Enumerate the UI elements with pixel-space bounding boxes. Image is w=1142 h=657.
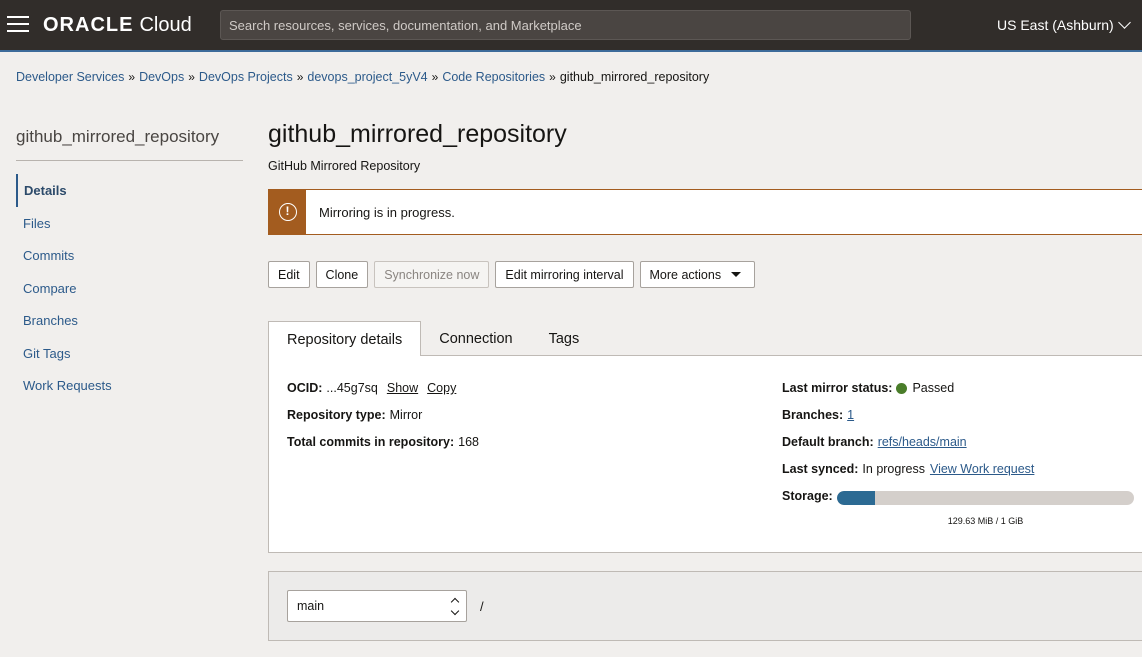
breadcrumb-separator: »: [188, 70, 195, 84]
banner-text: Mirroring is in progress.: [319, 204, 455, 220]
sidebar-item-details[interactable]: Details: [16, 174, 112, 207]
more-actions-button[interactable]: More actions: [639, 261, 756, 288]
search-input[interactable]: Search resources, services, documentatio…: [220, 10, 911, 40]
clone-button[interactable]: Clone: [315, 261, 369, 288]
breadcrumb-developer-services[interactable]: Developer Services: [16, 70, 124, 84]
default-branch-field: Default branch: refs/heads/main: [782, 435, 967, 449]
last-mirror-status-field: Last mirror status: Passed: [782, 381, 954, 395]
tab-repository-details[interactable]: Repository details: [268, 321, 422, 356]
sidebar-nav: Details Files Commits Compare Branches G…: [16, 174, 112, 402]
menu-icon[interactable]: [7, 16, 29, 34]
ocid-value: ...45g7sq: [326, 381, 378, 395]
breadcrumb-project[interactable]: devops_project_5yV4: [307, 70, 427, 84]
caret-down-icon: [731, 272, 742, 277]
repository-type-field: Repository type: Mirror: [287, 408, 422, 422]
tab-bar: Repository details Connection Tags: [268, 321, 597, 356]
branches-field: Branches: 1: [782, 408, 854, 422]
sidebar-item-compare[interactable]: Compare: [16, 272, 112, 305]
path-separator: /: [480, 599, 484, 614]
tab-tags[interactable]: Tags: [531, 321, 598, 356]
logo-brand: ORACLE: [43, 13, 134, 36]
breadcrumb-current: github_mirrored_repository: [559, 70, 710, 84]
branch-select[interactable]: main: [287, 590, 467, 622]
repository-type-label: Repository type:: [287, 408, 386, 422]
view-work-request-link[interactable]: View Work request: [930, 462, 1034, 476]
total-commits-field: Total commits in repository: 168: [287, 435, 479, 449]
breadcrumb-devops[interactable]: DevOps: [139, 70, 184, 84]
ocid-show-link[interactable]: Show: [387, 381, 418, 395]
default-branch-label: Default branch:: [782, 435, 874, 449]
sidebar-item-work-requests[interactable]: Work Requests: [16, 369, 112, 402]
storage-progress-fill: [837, 491, 875, 505]
top-bar: ORACLE Cloud Search resources, services,…: [0, 0, 1142, 50]
default-branch-link[interactable]: refs/heads/main: [878, 435, 967, 449]
banner-icon-box: !: [269, 190, 306, 234]
last-synced-label: Last synced:: [782, 462, 859, 476]
breadcrumb-separator: »: [296, 70, 304, 84]
ocid-copy-link[interactable]: Copy: [427, 381, 456, 395]
sidebar-item-commits[interactable]: Commits: [16, 239, 112, 272]
topbar-accent-line: [0, 50, 1142, 52]
repository-type-value: Mirror: [389, 408, 423, 422]
sidebar-item-git-tags[interactable]: Git Tags: [16, 337, 112, 370]
last-synced-value: In progress: [862, 462, 925, 476]
storage-label: Storage:: [782, 489, 833, 503]
status-dot-icon: [896, 382, 908, 394]
sidebar-item-branches[interactable]: Branches: [16, 304, 112, 337]
sidebar-item-files[interactable]: Files: [16, 207, 112, 240]
oracle-cloud-logo[interactable]: ORACLE Cloud: [43, 14, 192, 36]
edit-mirroring-interval-button[interactable]: Edit mirroring interval: [495, 261, 634, 288]
branches-label: Branches:: [782, 408, 844, 422]
page-subtitle: GitHub Mirrored Repository: [268, 159, 421, 173]
region-label: US East (Ashburn): [997, 17, 1114, 33]
breadcrumb-separator: »: [128, 70, 136, 84]
sidebar-divider: [16, 160, 243, 161]
page-title: github_mirrored_repository: [268, 120, 567, 148]
edit-button[interactable]: Edit: [268, 261, 310, 288]
chevron-down-icon: [1117, 16, 1131, 29]
breadcrumb-separator: »: [431, 70, 439, 84]
branch-select-value: main: [297, 599, 325, 613]
branches-count-link[interactable]: 1: [847, 408, 854, 422]
total-commits-value: 168: [458, 435, 480, 449]
breadcrumb-separator: »: [549, 70, 556, 84]
logo-product: Cloud: [139, 13, 192, 36]
ocid-field: OCID: ...45g7sq Show Copy: [287, 381, 456, 395]
tab-connection[interactable]: Connection: [421, 321, 530, 356]
total-commits-label: Total commits in repository:: [287, 435, 455, 449]
ocid-label: OCID:: [287, 381, 323, 395]
more-actions-label: More actions: [649, 267, 722, 282]
synchronize-now-button[interactable]: Synchronize now: [374, 261, 490, 288]
last-mirror-status-label: Last mirror status:: [782, 381, 893, 395]
warning-icon: !: [278, 203, 297, 221]
last-mirror-status-value: Passed: [912, 381, 955, 395]
sidebar-title: github_mirrored_repository: [16, 127, 220, 146]
region-selector[interactable]: US East (Ashburn): [997, 16, 1131, 33]
storage-field: Storage:: [782, 489, 837, 503]
breadcrumb: Developer Services » DevOps » DevOps Pro…: [16, 70, 709, 84]
mirroring-banner: ! Mirroring is in progress.: [268, 189, 1142, 235]
storage-usage-text: 129.63 MiB / 1 GiB: [947, 516, 1024, 526]
updown-chevron-icon: [450, 597, 460, 616]
breadcrumb-devops-projects[interactable]: DevOps Projects: [199, 70, 293, 84]
action-toolbar: Edit Clone Synchronize now Edit mirrorin…: [268, 261, 761, 288]
last-synced-field: Last synced: In progress View Work reque…: [782, 462, 1034, 476]
storage-progress-bar: [837, 491, 1134, 505]
breadcrumb-code-repositories[interactable]: Code Repositories: [442, 70, 545, 84]
